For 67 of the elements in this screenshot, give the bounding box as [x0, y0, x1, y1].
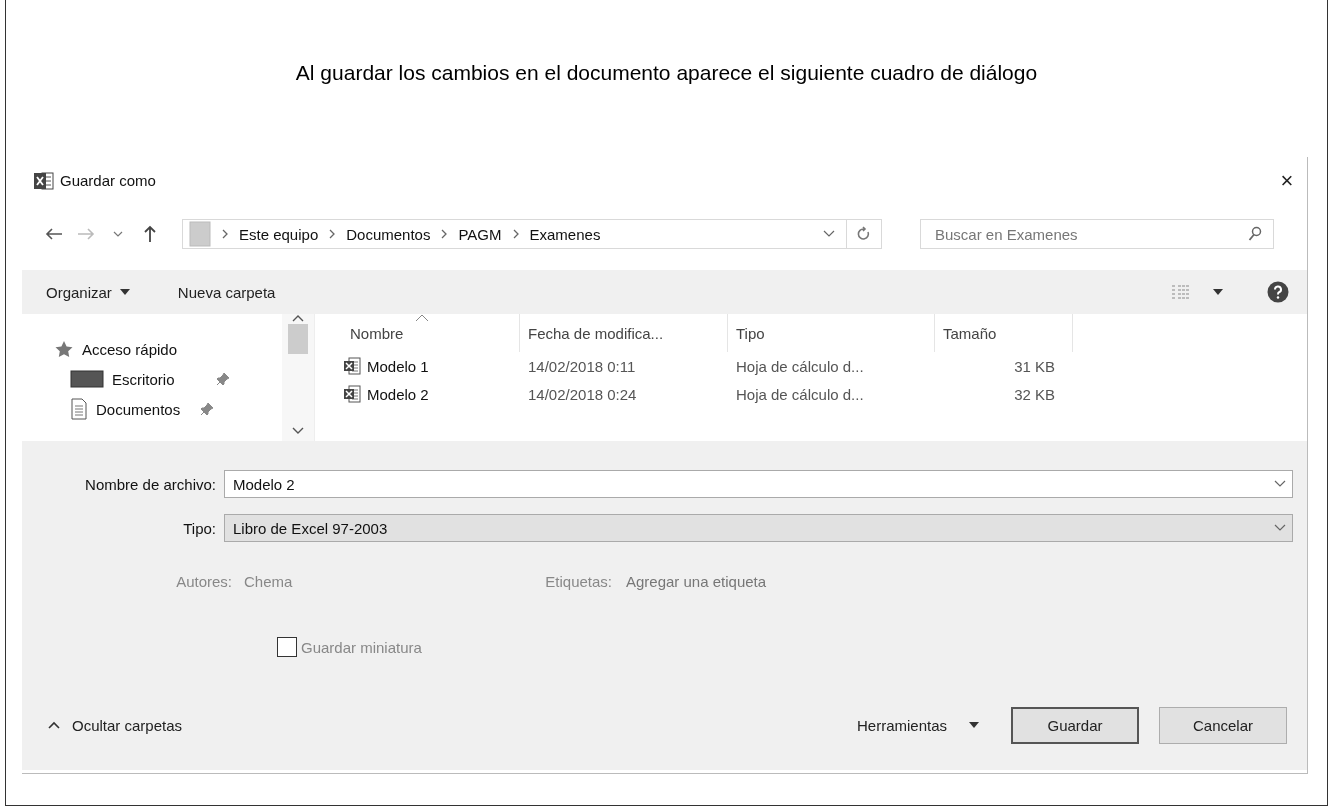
refresh-icon[interactable] [857, 226, 871, 242]
column-header[interactable]: Fecha de modifica... [520, 314, 728, 352]
caret-icon [969, 722, 979, 728]
caption-text: Al guardar los cambios en el documento aparece el siguiente cuadro de diálogo [294, 60, 1039, 86]
chevron-icon [440, 229, 449, 239]
scroll-up-icon[interactable] [292, 314, 304, 322]
file-name[interactable]: Modelo 1 [367, 357, 429, 375]
close-button[interactable]: × [1267, 167, 1307, 194]
field-label: Tipo: [182, 519, 217, 537]
checkbox[interactable] [277, 637, 297, 657]
nav-item[interactable]: Escritorio [112, 370, 208, 388]
dropdown-caret-icon [1213, 289, 1223, 295]
hide-folders-button[interactable]: Ocultar carpetas [42, 715, 189, 735]
nav-item[interactable]: Acceso rápido [82, 340, 178, 358]
pin-icon[interactable] [200, 402, 214, 416]
scroll-down-icon[interactable] [292, 427, 304, 435]
file-type: Hoja de cálculo d... [736, 385, 864, 403]
spreadsheet-app-icon [34, 171, 54, 190]
up-arrow-icon[interactable] [143, 225, 157, 243]
tools-menu[interactable]: Herramientas [850, 715, 985, 735]
breadcrumb-item[interactable]: Examenes [529, 225, 601, 243]
column-header[interactable]: Tamaño [935, 314, 1073, 352]
chevron-up-icon [48, 721, 60, 729]
chevron-down-icon[interactable] [113, 231, 123, 237]
desktop-icon [70, 369, 104, 389]
field-label: Autores: [175, 572, 232, 590]
spreadsheet-file-icon [343, 385, 361, 403]
file-type: Hoja de cálculo d... [736, 357, 864, 375]
chevron-down-icon[interactable] [1274, 524, 1286, 532]
chevron-down-icon[interactable] [823, 230, 835, 238]
chevron-icon [328, 229, 337, 239]
filename-field[interactable]: Modelo 2 [224, 470, 1293, 498]
file-size: 32 KB [1014, 385, 1055, 403]
breadcrumb-item[interactable]: Este equipo [239, 225, 319, 243]
breadcrumb-item[interactable]: Documentos [346, 225, 431, 243]
chevron-icon [511, 229, 520, 239]
column-header[interactable]: Nombre [315, 314, 520, 352]
breadcrumb-item[interactable]: PAGM [458, 225, 502, 243]
caret-icon [119, 289, 130, 295]
column-header[interactable]: Tipo [728, 314, 935, 352]
sort-caret-icon [415, 314, 429, 322]
file-date: 14/02/2018 0:24 [528, 385, 637, 403]
computer-icon [189, 221, 211, 247]
pin-icon[interactable] [216, 372, 230, 386]
file-name[interactable]: Modelo 2 [367, 385, 429, 403]
spreadsheet-file-icon [343, 357, 361, 375]
new-folder-button[interactable]: Nueva carpeta [177, 279, 276, 305]
chevron-down-icon[interactable] [1274, 480, 1286, 488]
field-label: Nombre de archivo: [84, 475, 217, 493]
back-arrow-icon[interactable] [45, 227, 63, 241]
star-icon [54, 340, 74, 358]
cancel-button[interactable]: Cancelar [1159, 706, 1287, 744]
organize-menu[interactable]: Organizar [46, 279, 130, 305]
scrollbar-thumb[interactable] [288, 324, 308, 354]
save-button[interactable]: Guardar [1011, 706, 1139, 744]
nav-item[interactable]: Documentos [96, 400, 192, 418]
tags-field[interactable]: Agregar una etiqueta [626, 572, 767, 590]
address-bar[interactable]: Este equipo Documentos PAGM Examenes [182, 219, 882, 249]
file-type-dropdown[interactable]: Libro de Excel 97-2003 [224, 514, 1293, 542]
help-icon[interactable] [1267, 281, 1289, 303]
chevron-icon [221, 229, 229, 239]
search-field[interactable]: Buscar en Examenes [920, 219, 1274, 249]
document-icon [70, 398, 88, 420]
field-label: Etiquetas: [544, 572, 612, 590]
file-date: 14/02/2018 0:11 [528, 357, 636, 375]
window-title: Guardar como [60, 172, 157, 189]
file-size: 31 KB [1014, 357, 1055, 375]
